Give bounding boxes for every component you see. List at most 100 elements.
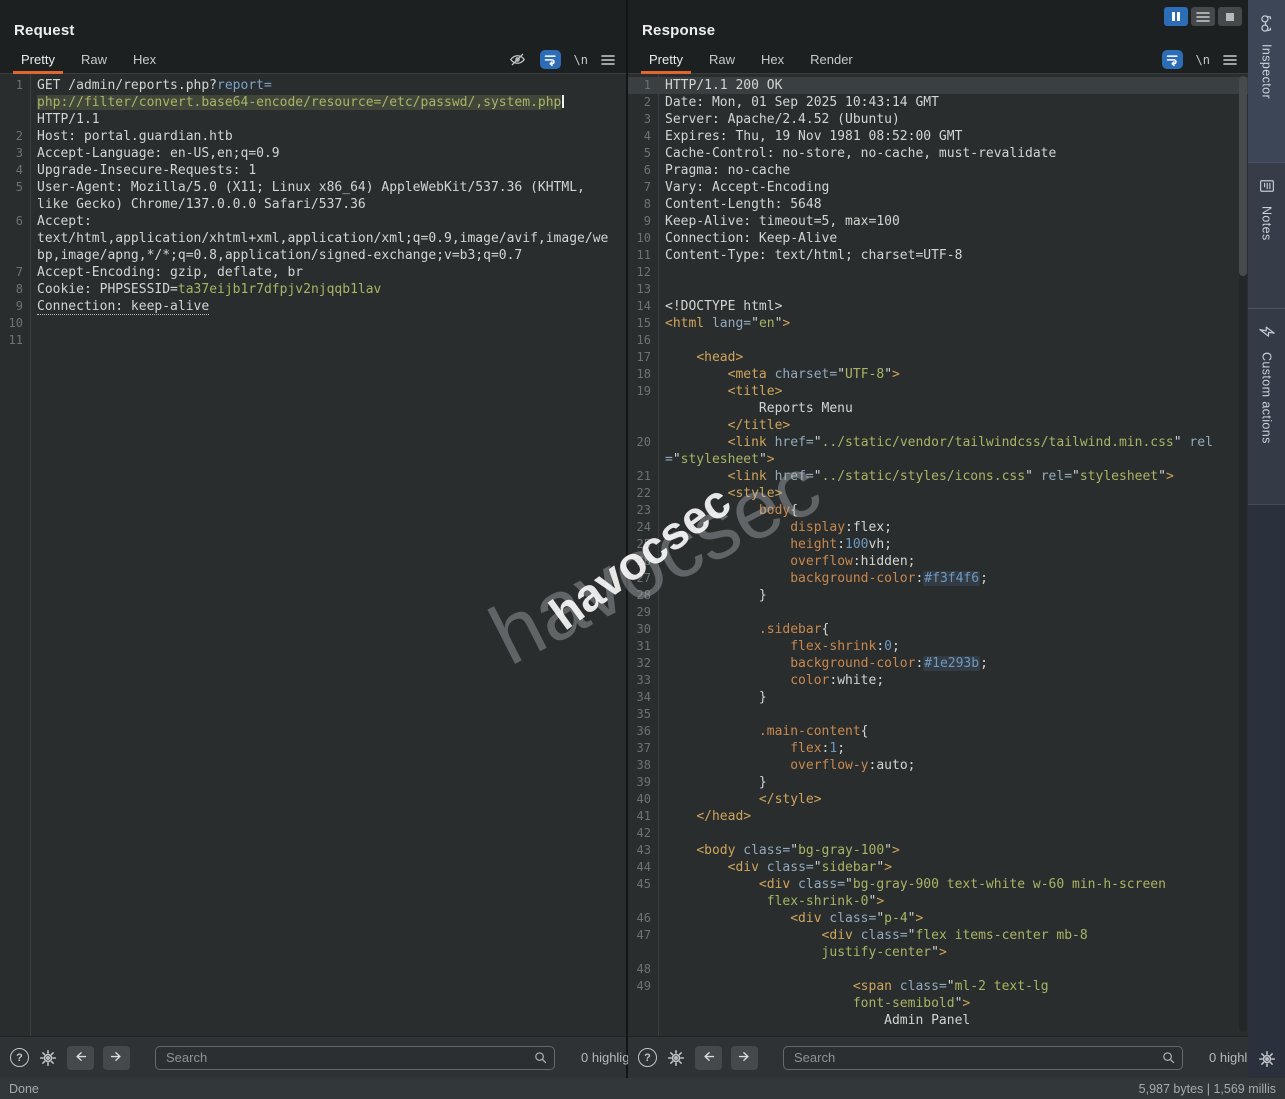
code-line: 2Date: Mon, 01 Sep 2025 10:43:14 GMT [628, 94, 1248, 111]
stop-icon [1225, 12, 1235, 22]
line-number [0, 196, 31, 213]
line-number: 9 [0, 298, 31, 315]
line-number: 10 [0, 315, 31, 332]
hidden-chars-icon[interactable] [508, 50, 527, 69]
request-editor[interactable]: 1GET /admin/reports.php?report=php://fil… [0, 74, 626, 1036]
code-line: 3Accept-Language: en-US,en;q=0.9 [0, 145, 626, 162]
code-line: 11Content-Type: text/html; charset=UTF-8 [628, 247, 1248, 264]
code-line: </title> [628, 417, 1248, 434]
sidebar-item-custom-actions[interactable]: Custom actions [1248, 308, 1285, 504]
stop-button[interactable] [1218, 7, 1242, 26]
sidebar-item-notes[interactable]: Notes [1248, 162, 1285, 308]
line-number [628, 451, 659, 468]
line-number: 20 [628, 434, 659, 451]
code-line: 31 flex-shrink:0; [628, 638, 1248, 655]
status-bar: Done 5,987 bytes | 1,569 millis [0, 1078, 1285, 1099]
sidebar-item-inspector[interactable]: Inspector [1248, 0, 1285, 162]
line-number: 11 [628, 247, 659, 264]
forward-arrow-button[interactable] [731, 1046, 758, 1070]
response-tabbar: PrettyRawHexRender \n [628, 47, 1248, 74]
menu-icon[interactable] [1223, 54, 1237, 66]
back-arrow-button[interactable] [695, 1046, 722, 1070]
code-line: Admin Panel [628, 1012, 1248, 1029]
code-line: 6Pragma: no-cache [628, 162, 1248, 179]
gear-icon[interactable] [38, 1048, 58, 1068]
line-number: 37 [628, 740, 659, 757]
code-line: 37 flex:1; [628, 740, 1248, 757]
code-line: php://filter/convert.base64-encode/resou… [0, 94, 626, 111]
code-line: 36 .main-content{ [628, 723, 1248, 740]
sidebar-item-label: Inspector [1260, 44, 1274, 99]
request-tab-raw[interactable]: Raw [68, 48, 120, 73]
word-wrap-icon[interactable] [540, 50, 561, 69]
code-line: 10Connection: Keep-Alive [628, 230, 1248, 247]
line-number: 5 [0, 179, 31, 196]
line-number: 27 [628, 570, 659, 587]
code-line: like Gecko) Chrome/137.0.0.0 Safari/537.… [0, 196, 626, 213]
line-number: 17 [628, 349, 659, 366]
menu-icon[interactable] [601, 54, 615, 66]
request-tab-pretty[interactable]: Pretty [8, 48, 68, 73]
code-line: 7Vary: Accept-Encoding [628, 179, 1248, 196]
gear-icon[interactable] [1248, 1049, 1285, 1069]
line-number [0, 94, 31, 111]
code-line: 29 [628, 604, 1248, 621]
code-line: 25 height:100vh; [628, 536, 1248, 553]
pause-button[interactable] [1164, 7, 1188, 26]
line-number: 3 [0, 145, 31, 162]
line-number: 24 [628, 519, 659, 536]
scrollbar-thumb[interactable] [1239, 76, 1247, 276]
sidebar-filler [1248, 504, 1285, 1078]
line-number: 35 [628, 706, 659, 723]
line-number: 2 [0, 128, 31, 145]
line-number: 40 [628, 791, 659, 808]
response-tab-raw[interactable]: Raw [696, 48, 748, 73]
help-icon[interactable]: ? [638, 1048, 657, 1067]
request-search-bar: ? 0 highlights [0, 1036, 626, 1078]
response-tab-render[interactable]: Render [797, 48, 866, 73]
code-line: font-semibold"> [628, 995, 1248, 1012]
back-arrow-button[interactable] [67, 1046, 94, 1070]
line-number: 4 [0, 162, 31, 179]
code-line: 38 overflow-y:auto; [628, 757, 1248, 774]
response-tab-hex[interactable]: Hex [748, 48, 797, 73]
request-panel: Request PrettyRawHex \n 1GET /admin/repo… [0, 0, 628, 1078]
line-number [0, 111, 31, 128]
code-line: 42 [628, 825, 1248, 842]
line-number: 41 [628, 808, 659, 825]
code-line: 8Content-Length: 5648 [628, 196, 1248, 213]
code-line: 41 </head> [628, 808, 1248, 825]
gear-icon[interactable] [666, 1048, 686, 1068]
line-number: 42 [628, 825, 659, 842]
line-number: 6 [0, 213, 31, 230]
line-number: 39 [628, 774, 659, 791]
right-sidebar: Inspector Notes Custom actions [1248, 0, 1285, 1078]
response-tab-pretty[interactable]: Pretty [636, 48, 696, 73]
code-line: 22 <style> [628, 485, 1248, 502]
code-line: 20 <link href="../static/vendor/tailwind… [628, 434, 1248, 451]
menu-button[interactable] [1191, 7, 1215, 26]
word-wrap-icon[interactable] [1162, 50, 1183, 69]
code-line: bp,image/apng,*/*;q=0.8,application/sign… [0, 247, 626, 264]
scrollbar-track[interactable] [1239, 76, 1247, 1032]
request-tab-hex[interactable]: Hex [120, 48, 169, 73]
code-line: 46 <div class="p-4"> [628, 910, 1248, 927]
code-line: 23 body{ [628, 502, 1248, 519]
line-number: 9 [628, 213, 659, 230]
search-input[interactable] [155, 1046, 555, 1070]
code-line: 21 <link href="../static/styles/icons.cs… [628, 468, 1248, 485]
code-line: flex-shrink-0"> [628, 893, 1248, 910]
forward-arrow-button[interactable] [103, 1046, 130, 1070]
code-line: 6Accept: [0, 213, 626, 230]
line-number: 11 [0, 332, 31, 349]
magnifier-icon [1161, 1050, 1176, 1070]
line-number: 49 [628, 978, 659, 995]
code-line: 13 [628, 281, 1248, 298]
help-icon[interactable]: ? [10, 1048, 29, 1067]
line-number: 1 [628, 77, 659, 94]
search-input[interactable] [783, 1046, 1183, 1070]
response-editor[interactable]: 1HTTP/1.1 200 OK2Date: Mon, 01 Sep 2025 … [628, 74, 1248, 1036]
newline-icon[interactable]: \n [574, 53, 588, 67]
line-number: 3 [628, 111, 659, 128]
newline-icon[interactable]: \n [1196, 53, 1210, 67]
